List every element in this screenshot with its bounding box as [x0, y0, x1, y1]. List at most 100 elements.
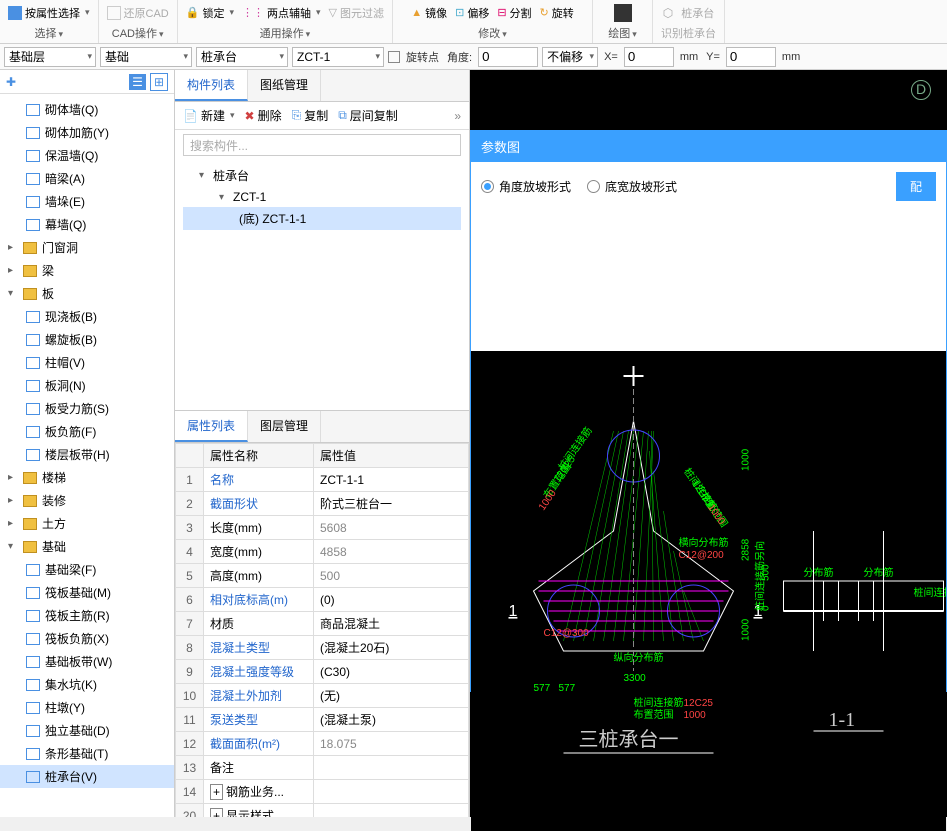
tab-components[interactable]: 构件列表: [175, 70, 248, 101]
property-row[interactable]: 6相对底标高(m)(0): [176, 588, 469, 612]
tree-item[interactable]: 基础梁(F): [0, 558, 174, 581]
restore-cad-button[interactable]: 还原CAD: [107, 5, 169, 21]
tree-item[interactable]: 筏板负筋(X): [0, 627, 174, 650]
tree-item[interactable]: ▾基础: [0, 535, 174, 558]
tree-item[interactable]: 柱墩(Y): [0, 696, 174, 719]
property-row[interactable]: 8混凝土类型(混凝土20石): [176, 636, 469, 660]
tree-item[interactable]: 螺旋板(B): [0, 328, 174, 351]
property-row[interactable]: 10混凝土外加剂(无): [176, 684, 469, 708]
tree-item-label: 独立基础(D): [45, 722, 110, 739]
offset-button[interactable]: ⊡偏移: [455, 5, 489, 21]
item-icon: [26, 679, 40, 691]
property-row[interactable]: 5高度(mm)500: [176, 564, 469, 588]
tree-item[interactable]: 条形基础(T): [0, 742, 174, 765]
radio-angle-slope[interactable]: 角度放坡形式: [481, 178, 571, 195]
tree-item[interactable]: 板洞(N): [0, 374, 174, 397]
tree-item[interactable]: ▸装修: [0, 489, 174, 512]
tree-item[interactable]: 筏板主筋(R): [0, 604, 174, 627]
item-icon: [26, 748, 40, 760]
property-row[interactable]: 7材质商品混凝土: [176, 612, 469, 636]
tree-item[interactable]: 柱帽(V): [0, 351, 174, 374]
tree-item[interactable]: 独立基础(D): [0, 719, 174, 742]
delete-icon: ✖: [245, 109, 255, 123]
cad-canvas[interactable]: 3300 577 577 1000 1000 2858 桩间连接筋 12C25 …: [471, 351, 946, 831]
tree-item[interactable]: 砌体墙(Q): [0, 98, 174, 121]
lock-button[interactable]: 🔒锁定: [186, 5, 234, 21]
delete-button[interactable]: ✖删除: [245, 107, 282, 124]
category-combo[interactable]: 基础: [100, 47, 192, 67]
new-button[interactable]: 📄新建: [183, 107, 235, 124]
tree-item[interactable]: 筏板基础(M): [0, 581, 174, 604]
radio-width-slope[interactable]: 底宽放坡形式: [587, 178, 677, 195]
tree-item[interactable]: 暗梁(A): [0, 167, 174, 190]
draw-icon[interactable]: [614, 4, 632, 22]
tree-item[interactable]: ▾板: [0, 282, 174, 305]
ribbon-label-modify[interactable]: 修改: [478, 25, 507, 41]
two-point-axis-button[interactable]: ⋮⋮两点辅轴: [242, 5, 321, 21]
x-input[interactable]: [624, 47, 674, 67]
tree-item[interactable]: 保温墙(Q): [0, 144, 174, 167]
tree-item[interactable]: 基础板带(W): [0, 650, 174, 673]
tree-item[interactable]: ▸门窗洞: [0, 236, 174, 259]
comp-zct1[interactable]: ▾ZCT-1: [183, 187, 461, 207]
property-row[interactable]: 20+显示样式: [176, 804, 469, 818]
tree-item[interactable]: 楼层板带(H): [0, 443, 174, 466]
folder-icon: [23, 242, 37, 254]
comp-root[interactable]: ▾桩承台: [183, 164, 461, 187]
tree-item[interactable]: 墙垛(E): [0, 190, 174, 213]
offset-combo[interactable]: 不偏移: [542, 47, 598, 67]
tree-item[interactable]: 幕墙(Q): [0, 213, 174, 236]
tree-item[interactable]: 板受力筋(S): [0, 397, 174, 420]
tree-item[interactable]: ▸楼梯: [0, 466, 174, 489]
angle-input[interactable]: [478, 47, 538, 67]
tree-item[interactable]: 集水坑(K): [0, 673, 174, 696]
property-row[interactable]: 11泵送类型(混凝土泵): [176, 708, 469, 732]
mid-toolbar-more[interactable]: »: [454, 109, 461, 123]
property-row[interactable]: 9混凝土强度等级(C30): [176, 660, 469, 684]
property-row[interactable]: 12截面面积(m²)18.075: [176, 732, 469, 756]
list-view-icon[interactable]: ☰: [129, 74, 146, 90]
attr-select-button[interactable]: 按属性选择: [8, 5, 90, 21]
item-icon: [26, 633, 40, 645]
ribbon-label-cad[interactable]: CAD操作: [112, 25, 164, 41]
config-button[interactable]: 配: [896, 172, 936, 201]
tree-item[interactable]: 砌体加筋(Y): [0, 121, 174, 144]
copy-button[interactable]: ⎘复制: [292, 107, 329, 124]
rotate-checkbox[interactable]: [388, 51, 400, 63]
split-button[interactable]: ⊟分割: [497, 5, 531, 21]
ribbon-label-draw[interactable]: 绘图: [608, 25, 637, 41]
property-row[interactable]: 2截面形状阶式三桩台一: [176, 492, 469, 516]
rotate-button[interactable]: ↻旋转: [540, 5, 574, 21]
item-icon: [26, 150, 40, 162]
left-toolbar: ✚ ☰ ⊞: [0, 70, 174, 94]
tree-item[interactable]: 现浇板(B): [0, 305, 174, 328]
y-input[interactable]: [726, 47, 776, 67]
ribbon-label-select[interactable]: 选择: [35, 25, 64, 41]
mirror-button[interactable]: ▲镜像: [411, 5, 447, 21]
tree-item[interactable]: 桩承台(V): [0, 765, 174, 788]
comp-zct1-1[interactable]: (底) ZCT-1-1: [183, 207, 461, 230]
angle-label: 角度:: [447, 49, 472, 65]
tab-prop-list[interactable]: 属性列表: [175, 411, 248, 442]
add-icon[interactable]: ✚: [6, 75, 16, 89]
type-combo[interactable]: 桩承台: [196, 47, 288, 67]
tree-item[interactable]: ▸梁: [0, 259, 174, 282]
svg-text:C12@300: C12@300: [544, 628, 590, 639]
cad-viewport[interactable]: D 参数图 角度放坡形式 底宽放坡形式 配: [470, 70, 947, 817]
tab-drawings[interactable]: 图纸管理: [248, 70, 321, 101]
layer-copy-button[interactable]: ⧉层间复制: [338, 107, 398, 124]
filter-button[interactable]: ▽图元过滤: [329, 5, 384, 21]
layer-combo[interactable]: 基础层: [4, 47, 96, 67]
item-combo[interactable]: ZCT-1: [292, 47, 384, 67]
tree-item[interactable]: ▸土方: [0, 512, 174, 535]
property-row[interactable]: 4宽度(mm)4858: [176, 540, 469, 564]
ribbon-label-general[interactable]: 通用操作: [260, 25, 311, 41]
tab-layer-manage[interactable]: 图层管理: [248, 411, 321, 442]
property-row[interactable]: 13备注: [176, 756, 469, 780]
property-row[interactable]: 1名称ZCT-1-1: [176, 468, 469, 492]
property-row[interactable]: 14+钢筋业务...: [176, 780, 469, 804]
grid-view-icon[interactable]: ⊞: [150, 73, 168, 91]
search-input[interactable]: 搜索构件...: [183, 134, 461, 156]
property-row[interactable]: 3长度(mm)5608: [176, 516, 469, 540]
tree-item[interactable]: 板负筋(F): [0, 420, 174, 443]
